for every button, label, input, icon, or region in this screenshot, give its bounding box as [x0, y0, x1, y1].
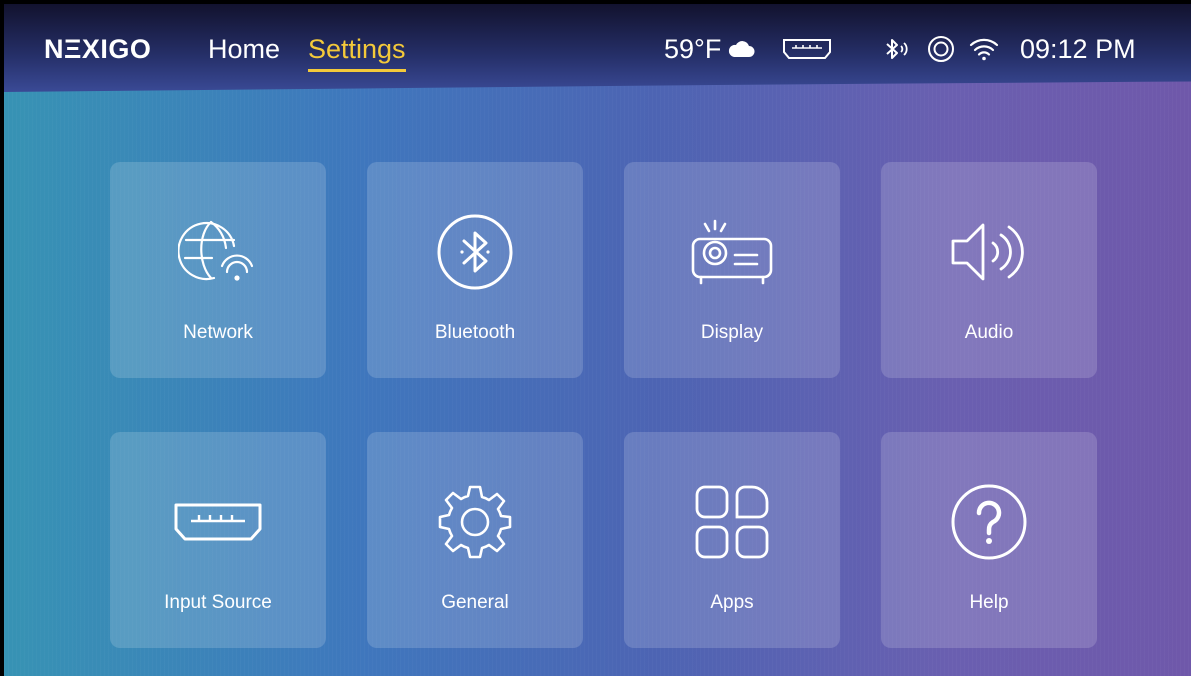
tile-label: Apps	[710, 592, 754, 613]
bluetooth-audio-icon	[884, 32, 912, 66]
tile-label: General	[441, 592, 509, 613]
bluetooth-icon	[367, 210, 583, 294]
tile-label: Audio	[964, 322, 1014, 343]
bluetooth-tile[interactable]: Bluetooth	[367, 162, 583, 378]
tile-label: Help	[969, 592, 1009, 613]
input-source-tile[interactable]: Input Source	[110, 432, 326, 648]
temperature: 59°F	[664, 33, 722, 64]
nav-home[interactable]: Home	[208, 34, 280, 65]
help-tile[interactable]: Help	[881, 432, 1097, 648]
gear-icon	[367, 480, 583, 564]
target-icon	[927, 32, 955, 66]
tile-label: Network	[183, 322, 253, 343]
apps-grid-icon	[624, 480, 840, 564]
audio-tile[interactable]: Audio	[881, 162, 1097, 378]
globe-wifi-icon	[110, 210, 326, 294]
help-icon	[881, 480, 1097, 564]
network-tile[interactable]: Network	[110, 162, 326, 378]
wifi-icon	[969, 32, 999, 66]
top-bar	[4, 4, 1191, 92]
tile-label: Bluetooth	[434, 322, 516, 343]
nexigo-logo: NΞXIGO	[44, 34, 152, 64]
apps-tile[interactable]: Apps	[624, 432, 840, 648]
general-tile[interactable]: General	[367, 432, 583, 648]
projector-icon	[624, 210, 840, 294]
nav-settings[interactable]: Settings	[308, 34, 406, 72]
speaker-icon	[881, 210, 1097, 294]
hdmi-icon	[782, 32, 832, 66]
clock: 09:12 PM	[1020, 33, 1136, 64]
tile-label: Display	[700, 322, 764, 343]
hdmi-port-icon	[110, 480, 326, 564]
weather-status: 59°F	[664, 32, 755, 66]
tile-label: Input Source	[164, 592, 272, 613]
cloud-icon	[727, 40, 755, 58]
settings-screen: NΞXIGO Home Settings 59°F 09:12 PM Netwo…	[4, 4, 1191, 676]
display-tile[interactable]: Display	[624, 162, 840, 378]
